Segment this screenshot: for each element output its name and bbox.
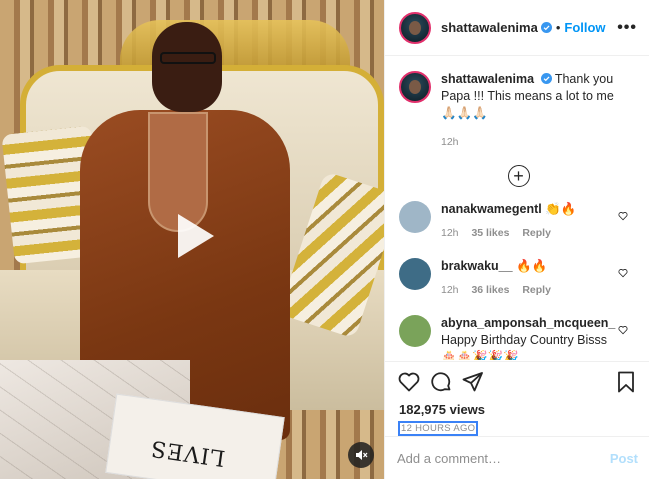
heart-icon[interactable]	[618, 211, 628, 221]
caption-time: 12h	[441, 136, 459, 148]
comment-time: 12h	[441, 227, 459, 239]
post-viewer: LIVES shattawalenima • Follow ••• shatta…	[0, 0, 649, 479]
like-heart-icon[interactable]	[397, 370, 421, 394]
add-comment-bar: Add a comment… Post	[385, 436, 649, 479]
heart-icon[interactable]	[618, 268, 628, 278]
mute-button[interactable]	[348, 442, 374, 468]
verified-badge-icon	[540, 22, 552, 33]
comment-input[interactable]: Add a comment…	[397, 451, 501, 466]
glasses	[160, 52, 216, 64]
author-avatar[interactable]	[399, 11, 431, 44]
commenter-avatar[interactable]	[399, 315, 431, 347]
bookmark-icon[interactable]	[614, 370, 638, 394]
view-count[interactable]: 182,975 views	[399, 402, 638, 417]
play-icon[interactable]	[164, 208, 220, 264]
caption: shattawalenima Thank you Papa !!! This m…	[399, 71, 638, 151]
commenter-avatar[interactable]	[399, 201, 431, 233]
author-username[interactable]: shattawalenima	[441, 20, 538, 35]
reply-button[interactable]: Reply	[522, 227, 551, 239]
comment: brakwaku__ 🔥🔥 12h 36 likes Reply	[399, 258, 638, 299]
speaker-muted-icon	[356, 450, 368, 460]
comments-list[interactable]: shattawalenima Thank you Papa !!! This m…	[385, 57, 649, 360]
comment-username[interactable]: nanakwamegentl	[441, 202, 542, 216]
commenter-avatar[interactable]	[399, 258, 431, 290]
comment-text: 👏🔥	[545, 202, 577, 216]
comment-likes[interactable]: 35 likes	[471, 227, 509, 239]
post-comment-button[interactable]: Post	[610, 451, 638, 466]
reply-button[interactable]: Reply	[522, 284, 551, 296]
video-player[interactable]: LIVES	[0, 0, 384, 479]
comment: nanakwamegentl 👏🔥 12h 35 likes Reply	[399, 201, 638, 242]
comment-text: 🔥🔥	[516, 259, 548, 273]
comment-time: 12h	[441, 284, 459, 296]
share-icon[interactable]	[461, 370, 485, 394]
caption-username[interactable]: shattawalenima	[441, 72, 534, 86]
comment-icon[interactable]	[429, 370, 453, 394]
post-actions: 182,975 views 12 HOURS AGO	[385, 361, 649, 436]
more-options-icon[interactable]: •••	[617, 19, 637, 37]
comment: abyna_amponsah_mcqueen_ Happy Birthday C…	[399, 315, 638, 360]
comment-username[interactable]: abyna_amponsah_mcqueen_	[441, 316, 615, 330]
verified-badge-icon	[540, 73, 552, 84]
comment-username[interactable]: brakwaku__	[441, 259, 513, 273]
person-head	[152, 22, 222, 112]
comment-text: Happy Birthday Country Bisss 🎂🎂🎉🎉🎉	[441, 333, 608, 360]
comment-likes[interactable]: 36 likes	[471, 284, 509, 296]
separator-dot: •	[555, 20, 561, 35]
post-panel: shattawalenima • Follow ••• shattawaleni…	[384, 0, 649, 479]
post-header: shattawalenima • Follow •••	[385, 0, 649, 56]
caption-avatar[interactable]	[399, 71, 431, 103]
post-timestamp[interactable]: 12 HOURS AGO	[398, 421, 479, 436]
follow-button[interactable]: Follow	[564, 20, 605, 35]
heart-icon[interactable]	[618, 325, 628, 335]
load-more-comments-button[interactable]: +	[507, 165, 530, 187]
